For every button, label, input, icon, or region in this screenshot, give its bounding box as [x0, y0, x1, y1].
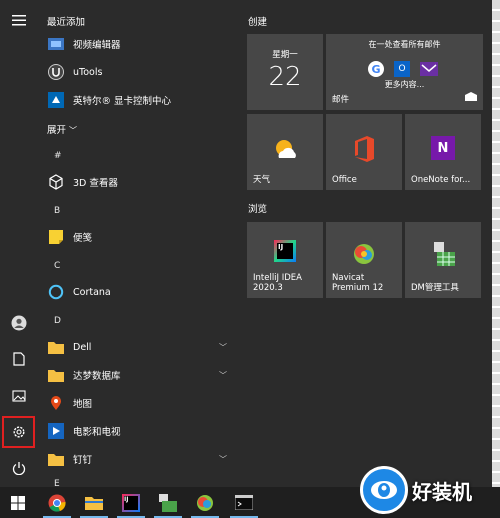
dm-taskbar-icon[interactable]	[150, 487, 186, 518]
intellij-taskbar-icon[interactable]: IJ	[113, 487, 149, 518]
tile-label: 邮件	[332, 95, 350, 106]
utools-icon	[47, 63, 65, 81]
tile-office[interactable]: Office	[326, 114, 402, 190]
video-editor-icon	[47, 35, 65, 53]
app-3d-viewer[interactable]: 3D 查看器	[47, 169, 235, 195]
app-dell-folder[interactable]: Dell ﹀	[47, 334, 235, 360]
app-label: Cortana	[73, 286, 111, 298]
tile-mail[interactable]: 在一处查看所有邮件 G O 更多内容... 邮件	[326, 34, 483, 110]
chevron-down-icon: ﹀	[219, 454, 227, 464]
tile-label: Office	[332, 175, 357, 186]
terminal-icon[interactable]	[226, 487, 262, 518]
letter-header[interactable]: C	[54, 261, 60, 271]
app-label: 英特尔® 显卡控制中心	[73, 96, 172, 107]
tile-area: 创建 星期一 22 在一处查看所有邮件 G O 更多内容... 邮件 天气 Of…	[240, 0, 500, 487]
app-label: 钉钉	[73, 455, 93, 466]
tile-label: DM管理工具	[411, 283, 459, 294]
navicat-icon	[352, 242, 376, 270]
app-label: 视频编辑器	[73, 40, 121, 51]
letter-header[interactable]: #	[54, 151, 62, 161]
office-logo-icon	[353, 136, 375, 166]
cortana-icon	[47, 283, 65, 301]
tile-navicat[interactable]: Navicat Premium 12	[326, 222, 402, 298]
letter-header[interactable]: D	[54, 316, 61, 326]
letter-header[interactable]: B	[54, 206, 60, 216]
settings-gear-icon[interactable]	[0, 414, 37, 450]
mail-envelope-icon	[465, 86, 477, 105]
intellij-icon: IJ	[274, 240, 296, 262]
tile-onenote[interactable]: N OneNote for...	[405, 114, 481, 190]
app-utools[interactable]: uTools	[47, 59, 235, 85]
google-icon: G	[368, 61, 384, 77]
app-cortana[interactable]: Cortana	[47, 279, 235, 305]
tile-label: OneNote for...	[411, 175, 471, 186]
chevron-down-icon: ﹀	[219, 370, 227, 380]
pictures-icon[interactable]	[0, 378, 37, 414]
weather-sun-cloud-icon	[273, 138, 299, 164]
movies-tv-icon	[47, 422, 65, 440]
outlook-icon: O	[394, 61, 410, 77]
app-list: 最近添加 视频编辑器 uTools 英特尔® 显卡控制中心 展开 ﹀ # 3D …	[37, 0, 237, 489]
calendar-weekday: 星期一	[272, 50, 298, 60]
tile-label: IntelliJ IDEA 2020.3	[253, 273, 302, 294]
group-title-browse: 浏览	[248, 204, 268, 215]
tile-weather[interactable]: 天气	[247, 114, 323, 190]
power-icon[interactable]	[0, 450, 37, 486]
app-dingtalk-folder[interactable]: 钉钉 ﹀	[47, 446, 235, 472]
file-explorer-icon[interactable]	[76, 487, 112, 518]
app-label: uTools	[73, 66, 103, 78]
start-rail	[0, 0, 37, 487]
map-pin-icon	[47, 394, 65, 412]
watermark: 好装机	[360, 462, 500, 518]
chevron-down-icon: ﹀	[219, 342, 227, 352]
mail-more: 更多内容...	[384, 80, 425, 89]
watermark-text: 好装机	[412, 479, 472, 504]
hamburger-menu-icon[interactable]	[0, 2, 37, 38]
app-label: 电影和电视	[73, 427, 121, 438]
watermark-logo-icon	[360, 466, 408, 514]
chrome-icon[interactable]	[39, 487, 75, 518]
app-intel-graphics[interactable]: 英特尔® 显卡控制中心	[47, 87, 235, 113]
tile-intellij-idea[interactable]: IJ IntelliJ IDEA 2020.3	[247, 222, 323, 298]
windows-start-icon[interactable]	[0, 487, 36, 518]
app-video-editor[interactable]: 视频编辑器	[47, 31, 235, 57]
folder-icon	[47, 338, 65, 356]
app-label: 地图	[73, 399, 93, 410]
app-label: 达梦数据库	[73, 371, 121, 382]
intel-graphics-icon	[47, 91, 65, 109]
mail-heading: 在一处查看所有邮件	[368, 40, 441, 49]
background-window-edge	[492, 0, 500, 487]
group-title-create: 创建	[248, 17, 268, 28]
onenote-icon: N	[431, 136, 455, 160]
folder-icon	[47, 450, 65, 468]
tile-label: Navicat Premium 12	[332, 273, 384, 294]
sticky-notes-icon	[47, 228, 65, 246]
expand-link[interactable]: 展开 ﹀	[47, 122, 77, 136]
user-account-icon[interactable]	[0, 305, 37, 341]
3d-cube-icon	[47, 173, 65, 191]
tile-calendar[interactable]: 星期一 22	[247, 34, 323, 110]
documents-icon[interactable]	[0, 341, 37, 377]
app-label: Dell	[73, 341, 92, 353]
tile-label: 天气	[253, 175, 271, 186]
dm-manager-icon	[433, 242, 455, 270]
tile-dm-manager[interactable]: DM管理工具	[405, 222, 481, 298]
recent-header: 最近添加	[47, 17, 86, 28]
app-label: 便笺	[73, 233, 93, 244]
app-label: 3D 查看器	[73, 178, 118, 189]
yahoo-mail-icon	[420, 62, 438, 76]
expand-label: 展开	[47, 125, 67, 136]
chevron-down-icon: ﹀	[69, 126, 78, 135]
calendar-day: 22	[268, 62, 302, 92]
app-dameng-folder[interactable]: 达梦数据库 ﹀	[47, 362, 235, 388]
app-movies-tv[interactable]: 电影和电视	[47, 418, 235, 444]
app-sticky-notes[interactable]: 便笺	[47, 224, 235, 250]
navicat-taskbar-icon[interactable]	[187, 487, 223, 518]
app-maps[interactable]: 地图	[47, 390, 235, 416]
folder-icon	[47, 366, 65, 384]
